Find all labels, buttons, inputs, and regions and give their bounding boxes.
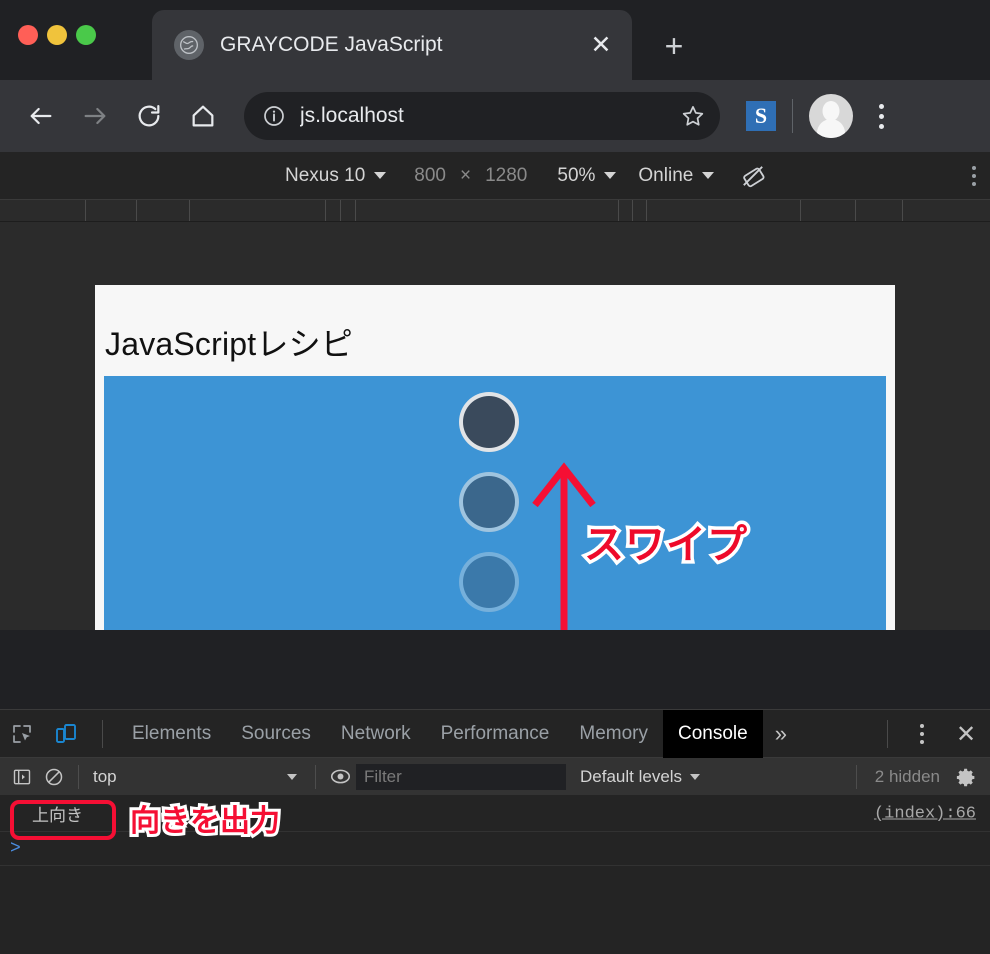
device-select[interactable]: Nexus 10 [285, 164, 387, 187]
console-hidden-count: 2 hidden [874, 767, 940, 786]
ruler-tick [800, 200, 801, 221]
window-close-button[interactable] [18, 25, 38, 45]
ruler-tick [85, 200, 86, 221]
address-bar-input[interactable]: js.localhost [300, 104, 680, 128]
ruler-tick [325, 200, 326, 221]
back-button[interactable] [14, 89, 68, 143]
swipe-dot-2 [459, 472, 519, 532]
extension-icon[interactable]: S [746, 101, 776, 131]
ruler-tick [632, 200, 633, 221]
devtools-panel: Elements Sources Network Performance Mem… [0, 709, 990, 954]
devtools-tab-network[interactable]: Network [326, 710, 426, 758]
devtools-tab-elements[interactable]: Elements [117, 710, 226, 758]
console-levels-value: Default levels [580, 766, 683, 786]
devtools-tab-sources[interactable]: Sources [226, 710, 326, 758]
browser-toolbar: js.localhost S [0, 80, 990, 152]
chevron-down-icon [287, 773, 297, 780]
viewport-width-value: 800 [414, 164, 446, 186]
console-filter-toolbar: top Default levels 2 hidden [0, 758, 990, 796]
clear-console-icon[interactable] [38, 761, 70, 793]
console-prompt-caret: > [10, 838, 21, 859]
ruler-tick [855, 200, 856, 221]
zoom-select-value: 50% [557, 164, 596, 186]
device-emulation-toolbar: Nexus 10 800 × 1280 50% Online [0, 152, 990, 200]
window-minimize-button[interactable] [47, 25, 67, 45]
ruler-tick [618, 200, 619, 221]
console-message-list: 上向き (index):66 > 向きを出力 [0, 796, 990, 954]
devtools-divider [887, 720, 888, 748]
inspect-element-icon[interactable] [0, 712, 44, 756]
devtools-tabbar-actions: ✕ [873, 710, 990, 758]
console-divider [78, 764, 79, 789]
window-zoom-button[interactable] [76, 25, 96, 45]
chevron-down-icon [374, 172, 387, 179]
console-sidebar-toggle-icon[interactable] [6, 761, 38, 793]
browser-tab-strip: GRAYCODE JavaScript ✕ + [0, 0, 990, 80]
console-toolbar-right: 2 hidden [848, 758, 982, 796]
dimension-separator: × [459, 164, 472, 186]
forward-button[interactable] [68, 89, 122, 143]
chevron-down-icon [604, 172, 617, 179]
toolbar-divider [792, 99, 793, 133]
site-info-icon[interactable] [262, 104, 286, 128]
swipe-dot-3 [459, 552, 519, 612]
browser-tab[interactable]: GRAYCODE JavaScript ✕ [152, 10, 632, 80]
ruler-tick [902, 200, 903, 221]
devtools-divider [102, 719, 103, 748]
device-toolbar-toggle-icon[interactable] [44, 712, 88, 756]
chevron-down-icon [690, 773, 701, 780]
devtools-menu-button[interactable] [902, 724, 942, 744]
swipe-annotation-label: スワイプ [581, 520, 751, 571]
ruler-tick [189, 200, 190, 221]
bookmark-star-icon[interactable] [680, 103, 706, 129]
devtools-tab-bar: Elements Sources Network Performance Mem… [0, 709, 990, 758]
throttling-select[interactable]: Online [638, 164, 715, 187]
console-context-value: top [93, 766, 117, 786]
profile-avatar[interactable] [809, 94, 853, 138]
devtools-tab-console[interactable]: Console [663, 709, 763, 758]
console-annotation-label: 向きを出力 [127, 802, 283, 841]
viewport-ruler [0, 200, 990, 222]
console-context-select[interactable]: top [87, 767, 307, 787]
rotate-icon[interactable] [740, 163, 766, 189]
browser-tab-title: GRAYCODE JavaScript [220, 33, 443, 56]
zoom-select[interactable]: 50% [557, 164, 617, 187]
window-traffic-lights [18, 25, 96, 45]
page-title: JavaScriptレシピ [105, 326, 353, 362]
device-toolbar-more-button[interactable] [972, 165, 976, 186]
live-expression-icon[interactable] [324, 761, 356, 793]
home-button[interactable] [176, 89, 230, 143]
viewport-width-input[interactable]: 800 [414, 165, 446, 187]
console-filter-input[interactable] [356, 763, 566, 790]
ruler-tick [136, 200, 137, 221]
console-divider [855, 765, 857, 789]
web-page: JavaScriptレシピ スワイプ [95, 285, 895, 630]
device-viewport: JavaScriptレシピ スワイプ [0, 222, 990, 630]
swipe-demo-area[interactable]: スワイプ [104, 376, 886, 630]
viewport-height-value: 1280 [485, 164, 528, 186]
globe-favicon-icon [174, 30, 204, 60]
devtools-more-tabs-button[interactable]: » [763, 710, 799, 758]
throttling-select-value: Online [638, 164, 694, 186]
tab-close-icon[interactable]: ✕ [584, 28, 618, 62]
devtools-tab-performance[interactable]: Performance [426, 710, 565, 758]
devtools-tab-memory[interactable]: Memory [564, 710, 663, 758]
ruler-tick [646, 200, 647, 221]
devtools-close-icon[interactable]: ✕ [942, 710, 990, 758]
address-bar[interactable]: js.localhost [244, 92, 720, 140]
console-divider [315, 764, 316, 789]
console-message-text: 上向き [32, 806, 83, 826]
reload-button[interactable] [122, 89, 176, 143]
chrome-menu-button[interactable] [859, 92, 903, 140]
viewport-height-input[interactable]: 1280 [485, 165, 527, 187]
new-tab-button[interactable]: + [652, 26, 696, 66]
gear-icon[interactable] [950, 761, 982, 793]
ruler-tick [340, 200, 341, 221]
console-levels-select[interactable]: Default levels [580, 766, 701, 787]
swipe-dot-1 [459, 392, 519, 452]
console-message-source-link[interactable]: (index):66 [874, 804, 976, 823]
chevron-down-icon [702, 172, 715, 179]
ruler-tick [355, 200, 356, 221]
device-select-value: Nexus 10 [285, 164, 366, 186]
